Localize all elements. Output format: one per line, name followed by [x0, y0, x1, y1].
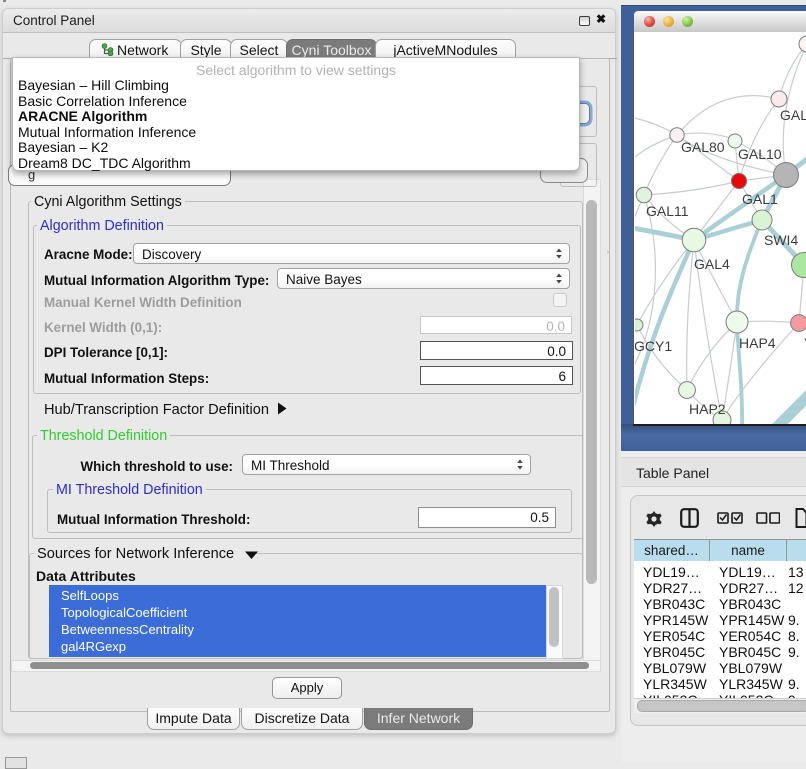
svg-text:GAL80: GAL80 [681, 139, 725, 155]
svg-text:GAL11: GAL11 [646, 203, 689, 219]
svg-text:GAL: GAL [780, 107, 806, 123]
svg-text:HAP4: HAP4 [739, 335, 776, 351]
svg-text:GAL4: GAL4 [694, 256, 730, 272]
svg-text:GAL1: GAL1 [742, 191, 778, 207]
svg-text:SWI4: SWI4 [764, 232, 798, 248]
svg-text:GAL10: GAL10 [738, 146, 782, 162]
svg-text:HAP2: HAP2 [689, 401, 726, 417]
svg-text:GCY1: GCY1 [635, 338, 672, 354]
